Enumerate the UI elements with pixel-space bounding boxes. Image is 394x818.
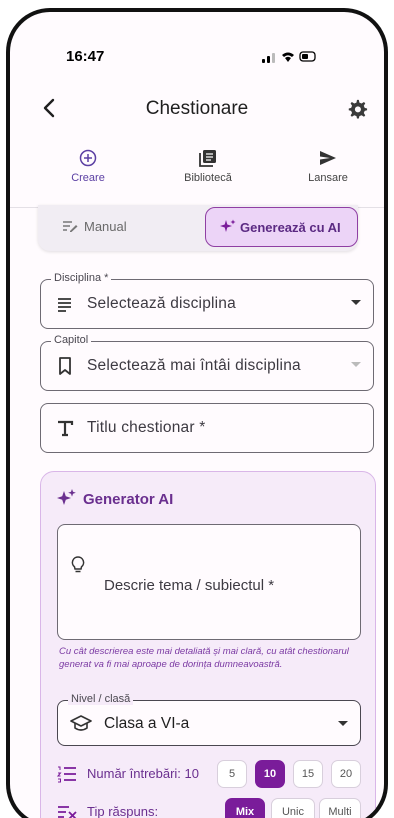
mode-switch: Manual Generează cu AI (38, 205, 358, 251)
question-count-chip-5[interactable]: 5 (217, 760, 247, 788)
tab-bar: Creare Bibliotecă Lansare (10, 148, 384, 208)
library-icon (199, 150, 216, 167)
screen: 16:47 Chestionare Creare Bibliotecă Lans… (10, 12, 384, 818)
level-label: Nivel / clasă (68, 693, 134, 705)
sparkle-icon (220, 219, 236, 232)
status-time: 16:47 (66, 48, 105, 65)
list-lines-icon (58, 298, 71, 312)
dropdown-caret-icon (338, 721, 348, 726)
topic-description-placeholder: Descrie tema / subiectul * (104, 577, 275, 594)
ai-generator-title: Generator AI (83, 491, 174, 508)
tab-label: Lansare (308, 172, 348, 184)
chapter-label: Capitol (51, 334, 92, 346)
question-count-chip-15[interactable]: 15 (293, 760, 323, 788)
answer-type-label: Tip răspuns: (87, 804, 159, 818)
tab-label: Creare (71, 172, 105, 184)
question-count-chip-20[interactable]: 20 (331, 760, 361, 788)
clear-format-icon (58, 806, 77, 818)
edit-note-icon (63, 221, 78, 232)
answer-type-chip-multi[interactable]: Multi (319, 798, 361, 818)
ai-generator-heading: Generator AI (57, 488, 173, 508)
phone-frame: 16:47 Chestionare Creare Bibliotecă Lans… (6, 8, 388, 818)
question-count-row: Număr întrebări: 10 5 10 15 20 (57, 760, 361, 788)
status-bar: 16:47 (10, 12, 384, 65)
quiz-title-input[interactable]: Titlu chestionar * (40, 403, 374, 453)
add-circle-icon (79, 149, 97, 167)
signal-bar-1 (262, 59, 265, 63)
settings-gear-icon[interactable] (346, 98, 368, 120)
tab-lansare[interactable]: Lansare (268, 148, 384, 184)
tab-label: Bibliotecă (184, 172, 232, 184)
sparkle-icon (57, 489, 76, 505)
status-icons (262, 50, 318, 64)
discipline-placeholder: Selectează disciplina (87, 295, 236, 312)
signal-bar-3 (272, 53, 275, 63)
chapter-select[interactable]: Capitol Selectează mai întâi disciplina (40, 334, 374, 391)
ai-mode-button[interactable]: Generează cu AI (205, 207, 358, 247)
send-icon (320, 151, 336, 165)
form-content: Manual Generează cu AI Disciplina * Sele… (10, 205, 384, 818)
topic-description-input[interactable]: Descrie tema / subiectul * (57, 524, 361, 640)
question-count-chip-10[interactable]: 10 (255, 760, 285, 788)
quiz-title-placeholder: Titlu chestionar * (87, 419, 206, 436)
wifi-icon (282, 52, 294, 62)
description-hint: Cu cât descrierea este mai detaliată și … (59, 646, 349, 670)
level-select[interactable]: Nivel / clasă Clasa a VI-a (57, 693, 361, 746)
lightbulb-icon (71, 556, 85, 573)
answer-type-row: Tip răspuns: Mix Unic Multi (57, 798, 361, 818)
dropdown-caret-icon (351, 300, 361, 305)
answer-type-chip-mix[interactable]: Mix (225, 798, 265, 818)
answer-type-chip-unic[interactable]: Unic (271, 798, 315, 818)
bookmark-icon (59, 357, 71, 375)
chapter-placeholder: Selectează mai întâi disciplina (87, 357, 301, 374)
level-value: Clasa a VI-a (104, 715, 190, 732)
dropdown-caret-icon (351, 362, 361, 367)
graduation-cap-icon (70, 715, 92, 731)
tab-creare[interactable]: Creare (28, 148, 148, 184)
page-title: Chestionare (145, 98, 249, 119)
question-count-label: Număr întrebări: 10 (87, 766, 199, 781)
discipline-label: Disciplina * (51, 272, 112, 284)
ai-generator-panel: Generator AI Descrie tema / subiectul * … (40, 471, 376, 818)
manual-mode-label: Manual (84, 219, 127, 234)
tab-biblioteca[interactable]: Bibliotecă (148, 148, 268, 184)
ai-mode-label: Generează cu AI (240, 220, 341, 235)
signal-bar-2 (267, 56, 270, 63)
manual-mode-button[interactable]: Manual (62, 219, 127, 234)
discipline-select[interactable]: Disciplina * Selectează disciplina (40, 272, 374, 329)
numbered-list-icon (57, 766, 76, 783)
app-bar: Chestionare (10, 92, 384, 128)
text-t-icon (58, 420, 74, 437)
